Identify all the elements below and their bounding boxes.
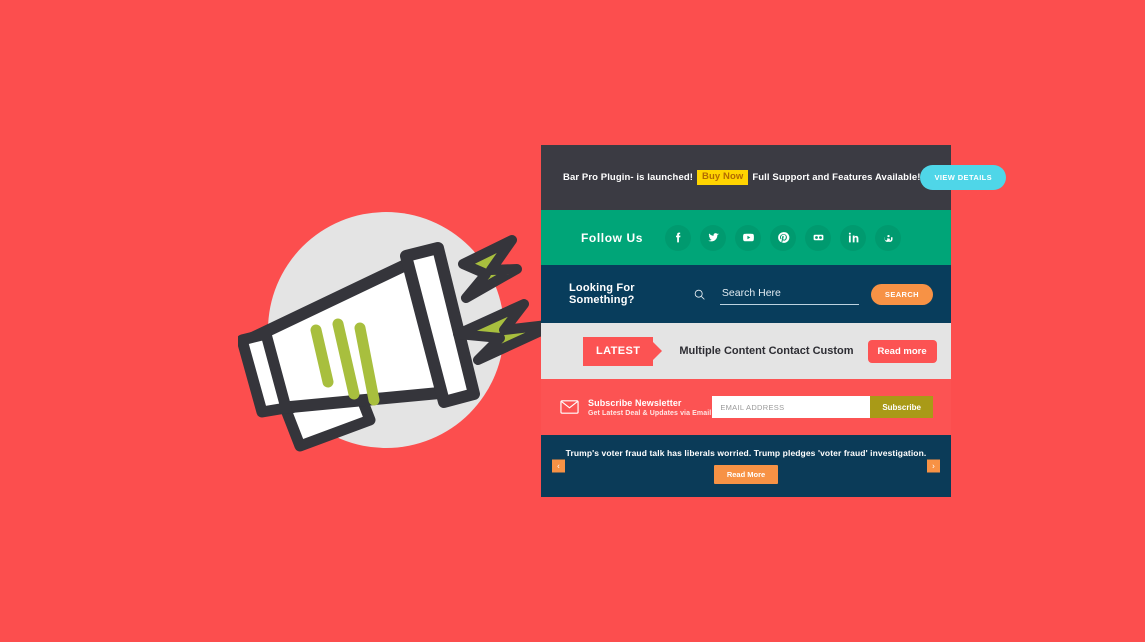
follow-us-label: Follow Us	[581, 230, 644, 245]
follow-us-bar: Follow Us	[541, 210, 951, 265]
latest-headline: Multiple Content Contact Custom	[679, 345, 854, 357]
promo-text-after: Full Support and Features Available!	[752, 172, 921, 183]
search-submit-button[interactable]: SEARCH	[870, 283, 933, 305]
subscribe-form: Subscribe	[712, 396, 933, 418]
latest-badge: LATEST	[583, 336, 654, 366]
news-ticker-bar: ‹ Trump's voter fraud talk has liberals …	[541, 435, 951, 497]
news-headline: Trump's voter fraud talk has liberals wo…	[565, 448, 927, 458]
promo-message: Bar Pro Plugin- is launched! Buy Now Ful…	[563, 170, 920, 185]
search-icon	[693, 288, 706, 301]
promo-text-before: Bar Pro Plugin- is launched!	[563, 172, 694, 183]
read-more-button[interactable]: Read more	[867, 339, 937, 363]
search-bar: Looking For Something? SEARCH	[541, 265, 951, 323]
email-input[interactable]	[712, 396, 871, 418]
twitter-icon[interactable]	[700, 224, 727, 251]
stumbleupon-icon[interactable]	[875, 224, 902, 251]
search-bar-label: Looking For Something?	[569, 282, 635, 306]
view-details-button[interactable]: VIEW DETAILS	[920, 165, 1007, 190]
page-canvas: Bar Pro Plugin- is launched! Buy Now Ful…	[0, 0, 1145, 642]
flickr-icon[interactable]	[805, 224, 832, 251]
linkedin-icon[interactable]	[840, 224, 867, 251]
social-icon-row	[665, 224, 902, 251]
subscribe-bar: Subscribe Newsletter Get Latest Deal & U…	[541, 379, 951, 435]
notification-bars-preview: Bar Pro Plugin- is launched! Buy Now Ful…	[541, 145, 1007, 497]
megaphone-illustration	[238, 212, 558, 452]
subscribe-title: Subscribe Newsletter	[588, 397, 682, 408]
search-input[interactable]	[719, 283, 859, 305]
subscribe-button[interactable]: Subscribe	[870, 396, 933, 418]
news-content: Trump's voter fraud talk has liberals wo…	[566, 448, 927, 484]
facebook-icon[interactable]	[665, 224, 692, 251]
next-arrow-button[interactable]: ›	[927, 459, 940, 473]
pinterest-icon[interactable]	[770, 224, 797, 251]
promo-bar: Bar Pro Plugin- is launched! Buy Now Ful…	[541, 145, 1007, 210]
buy-now-button[interactable]: Buy Now	[697, 170, 749, 185]
news-read-more-button[interactable]: Read More	[713, 465, 779, 484]
subscribe-subtitle: Get Latest Deal & Updates via Email	[588, 409, 712, 417]
envelope-icon	[559, 397, 579, 417]
youtube-icon[interactable]	[735, 224, 762, 251]
latest-news-bar: LATEST Multiple Content Contact Custom R…	[541, 323, 951, 379]
subscribe-texts: Subscribe Newsletter Get Latest Deal & U…	[588, 398, 711, 417]
prev-arrow-button[interactable]: ‹	[552, 459, 565, 473]
